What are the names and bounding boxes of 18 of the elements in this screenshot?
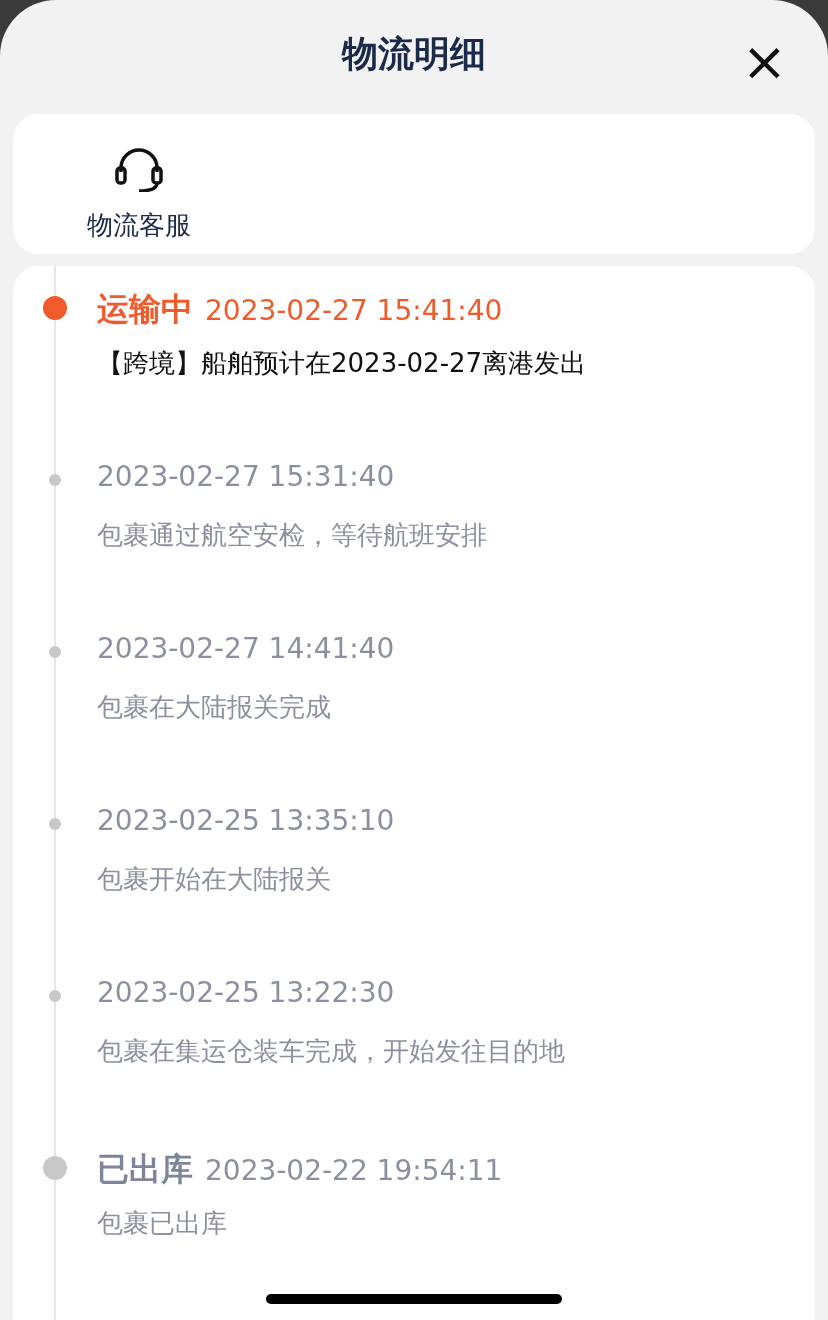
sheet-title: 物流明细: [342, 32, 486, 77]
headset-icon: [113, 147, 165, 192]
event-description: 【跨境】船舶预计在2023-02-27离港发出: [97, 347, 587, 380]
customer-service-button[interactable]: 物流客服: [87, 147, 191, 243]
event-time: 2023-02-25 13:35:10: [97, 804, 395, 837]
event-description: 包裹在集运仓装车完成，开始发往目的地: [97, 1035, 565, 1068]
event-time: 2023-02-22 19:54:11: [205, 1154, 503, 1187]
status-label: 已出库: [97, 1149, 193, 1190]
event-description: 包裹开始在大陆报关: [97, 863, 332, 896]
event-time: 2023-02-27 14:41:40: [97, 632, 395, 665]
close-button[interactable]: ×: [741, 40, 787, 84]
event-time: 2023-02-27 15:31:40: [97, 460, 395, 493]
event-time: 2023-02-25 13:22:30: [97, 976, 395, 1009]
status-label: 运输中: [97, 289, 193, 330]
event-description: 包裹通过航空安检，等待航班安排: [97, 519, 487, 552]
event-time: 2023-02-27 15:41:40: [205, 294, 503, 327]
event-description: 包裹在大陆报关完成: [97, 691, 332, 724]
event-description: 包裹已出库: [97, 1207, 228, 1240]
